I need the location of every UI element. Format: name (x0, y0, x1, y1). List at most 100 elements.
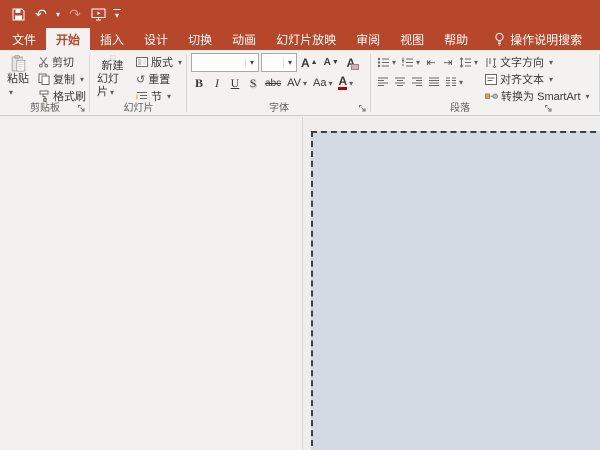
align-text-button[interactable]: 对齐文本 ▾ (483, 71, 591, 87)
font-color-button[interactable]: A▾ (336, 74, 355, 92)
tab-review[interactable]: 审阅 (346, 28, 390, 50)
workspace (0, 117, 600, 450)
decrease-indent-button[interactable]: ⇤ (423, 53, 439, 71)
start-slideshow-button[interactable] (88, 3, 108, 25)
clear-formatting-button[interactable]: A (343, 54, 359, 72)
tab-transitions[interactable]: 切换 (178, 28, 222, 50)
cut-label: 剪切 (52, 54, 74, 70)
grow-font-button[interactable]: A▲ (299, 54, 320, 72)
tab-animations[interactable]: 动画 (222, 28, 266, 50)
strikethrough-button[interactable]: abc (263, 74, 283, 92)
text-direction-dropdown-icon: ▾ (549, 58, 553, 67)
undo-button[interactable]: ↶ (31, 3, 51, 25)
new-slide-dropdown-icon: ▾ (110, 88, 114, 97)
columns-dropdown-icon: ▾ (459, 78, 463, 87)
paste-dropdown-icon: ▾ (9, 88, 13, 97)
columns-button[interactable]: ▾ (443, 73, 465, 91)
slide-editing-canvas[interactable] (303, 117, 600, 450)
slides-group-label: 幻灯片 (90, 99, 187, 114)
reset-label: 重置 (148, 71, 170, 87)
line-spacing-button[interactable]: ▾ (457, 53, 480, 71)
character-spacing-button[interactable]: AV▾ (285, 74, 309, 92)
cut-button[interactable]: 剪切 (36, 54, 88, 70)
reset-icon: ↺ (136, 73, 145, 86)
underline-button[interactable]: U (227, 74, 243, 92)
layout-label: 版式 (151, 54, 173, 70)
align-text-icon (485, 74, 497, 85)
paste-button[interactable]: 粘贴 ▾ (4, 53, 33, 101)
redo-button[interactable]: ↷ (65, 3, 85, 25)
tab-view[interactable]: 视图 (390, 28, 434, 50)
font-size-dropdown-icon[interactable]: ▾ (283, 58, 296, 67)
font-color-glyph: A (338, 76, 347, 90)
bullets-button[interactable]: ▾ (375, 53, 398, 71)
tab-home[interactable]: 开始 (46, 28, 90, 50)
save-button[interactable] (8, 3, 28, 25)
text-direction-label: 文字方向 (500, 54, 544, 70)
new-slide-button[interactable]: 新建 幻灯片▾ (94, 53, 131, 101)
character-spacing-glyph: AV (287, 77, 301, 89)
ribbon: 粘贴 ▾ 剪切 复制 ▾ (0, 50, 600, 116)
align-left-icon (377, 77, 389, 87)
justify-button[interactable] (426, 73, 442, 91)
align-right-icon (411, 77, 423, 87)
clipboard-dialog-launcher[interactable] (76, 103, 87, 114)
bold-button[interactable]: B (191, 74, 207, 92)
text-shadow-button[interactable]: S (245, 74, 261, 92)
dialog-launcher-icon (358, 104, 367, 113)
dialog-launcher-icon (544, 104, 553, 113)
align-center-button[interactable] (392, 73, 408, 91)
line-spacing-dropdown-icon: ▾ (474, 58, 478, 67)
columns-icon (445, 77, 457, 87)
italic-button[interactable]: I (209, 74, 225, 92)
grow-font-glyph: A (301, 56, 310, 70)
layout-dropdown-icon: ▾ (178, 58, 182, 67)
align-right-button[interactable] (409, 73, 425, 91)
slide-placeholder[interactable] (311, 131, 600, 450)
clipboard-group: 粘贴 ▾ 剪切 复制 ▾ (0, 50, 90, 115)
align-text-label: 对齐文本 (500, 71, 544, 87)
paste-label: 粘贴 (7, 73, 29, 85)
undo-dropdown-icon[interactable]: ▾ (54, 10, 62, 19)
tell-me-search[interactable]: 操作说明搜索 (484, 28, 592, 50)
numbering-dropdown-icon: ▾ (416, 58, 420, 67)
font-size-combobox[interactable]: ▾ (261, 53, 297, 72)
lightbulb-icon (494, 32, 505, 46)
font-dialog-launcher[interactable] (357, 103, 368, 114)
title-bar: ↶ ▾ ↷ ▾ (0, 0, 600, 28)
numbering-icon (401, 57, 414, 68)
increase-indent-button[interactable]: ⇥ (440, 53, 456, 71)
copy-label: 复制 (53, 71, 75, 87)
grow-font-arrow-icon: ▲ (311, 59, 318, 66)
ribbon-tab-row: 文件 开始 插入 设计 切换 动画 幻灯片放映 审阅 视图 帮助 操作说明搜索 (0, 28, 600, 50)
paragraph-dialog-launcher[interactable] (543, 103, 554, 114)
align-center-icon (394, 77, 406, 87)
new-slide-label-line1: 新建 (101, 60, 123, 73)
copy-button[interactable]: 复制 ▾ (36, 71, 88, 87)
layout-button[interactable]: 版式 ▾ (134, 54, 184, 70)
layout-icon (136, 57, 148, 67)
tab-design[interactable]: 设计 (134, 28, 178, 50)
shrink-font-button[interactable]: A▼ (322, 54, 341, 72)
change-case-button[interactable]: Aa▾ (311, 74, 334, 92)
tab-slideshow[interactable]: 幻灯片放映 (266, 28, 346, 50)
font-name-combobox[interactable]: ▾ (191, 53, 259, 72)
text-direction-button[interactable]: 文字方向 ▾ (483, 54, 591, 70)
tab-file[interactable]: 文件 (2, 28, 46, 50)
align-text-dropdown-icon: ▾ (549, 75, 553, 84)
numbering-button[interactable]: ▾ (399, 53, 422, 71)
decrease-indent-icon: ⇤ (426, 56, 435, 69)
change-case-dropdown-icon: ▾ (328, 79, 332, 88)
shrink-font-glyph: A (324, 57, 331, 68)
tab-help[interactable]: 帮助 (434, 28, 478, 50)
bullets-icon (377, 57, 390, 68)
align-left-button[interactable] (375, 73, 391, 91)
reset-button[interactable]: ↺ 重置 (134, 71, 184, 87)
slide-thumbnail-pane[interactable] (0, 117, 303, 450)
customize-qat-button[interactable]: ▾ (113, 9, 121, 20)
font-name-dropdown-icon[interactable]: ▾ (245, 58, 258, 67)
copy-dropdown-icon: ▾ (80, 75, 84, 84)
character-spacing-dropdown-icon: ▾ (303, 79, 307, 88)
slides-group: 新建 幻灯片▾ 版式 ▾ ↺ 重置 (90, 50, 187, 115)
tab-insert[interactable]: 插入 (90, 28, 134, 50)
